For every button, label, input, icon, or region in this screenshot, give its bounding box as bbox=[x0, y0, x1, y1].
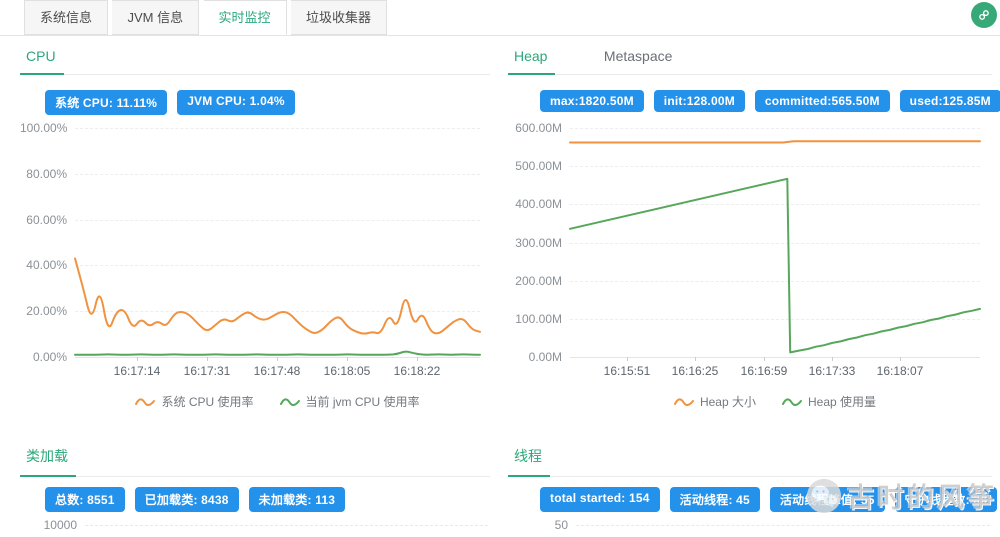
y-axis-label: 200.00M bbox=[508, 274, 562, 288]
thread-active-badge: 活动线程: 45 bbox=[670, 487, 760, 512]
series-line-0 bbox=[570, 141, 980, 142]
cpu-panel-header: CPU bbox=[20, 48, 490, 75]
link-icon bbox=[976, 7, 992, 23]
legend-item[interactable]: Heap 大小 bbox=[674, 393, 756, 410]
y-axis-label: 80.00% bbox=[20, 167, 67, 181]
x-axis-tick bbox=[207, 357, 208, 361]
thread-chart: 50 bbox=[508, 514, 992, 537]
x-axis-tick bbox=[277, 357, 278, 361]
classload-panel-header: 类加载 bbox=[20, 446, 490, 477]
classload-stats: 总数: 8551 已加载类: 8438 未加载类: 113 bbox=[45, 487, 345, 512]
chart-legend: 系统 CPU 使用率 当前 jvm CPU 使用率 bbox=[75, 393, 480, 410]
y-axis-label: 40.00% bbox=[20, 258, 67, 272]
y-axis-label: 100.00% bbox=[20, 121, 67, 135]
thread-daemon-badge: 守护线程数: 38 bbox=[895, 487, 997, 512]
heap-init-badge: init:128.00M bbox=[654, 90, 745, 112]
x-axis-label: 16:18:07 bbox=[855, 364, 945, 378]
tab-metaspace[interactable]: Metaspace bbox=[598, 48, 680, 74]
x-axis-tick bbox=[900, 357, 901, 361]
y-axis-label: 500.00M bbox=[508, 159, 562, 173]
tab-garbage-collector[interactable]: 垃圾收集器 bbox=[291, 0, 387, 35]
thread-panel-title: 线程 bbox=[508, 446, 550, 476]
y-axis-label: 300.00M bbox=[508, 236, 562, 250]
tab-jvm-info[interactable]: JVM 信息 bbox=[112, 0, 199, 35]
cpu-chart: 0.00% 20.00% 40.00% 60.00% 80.00% 100.00% 16:1… bbox=[20, 122, 490, 422]
y-axis-label: 400.00M bbox=[508, 197, 562, 211]
cpu-plot-area bbox=[75, 128, 480, 357]
gridline bbox=[85, 525, 488, 526]
line-legend-icon bbox=[280, 397, 300, 407]
series-line-1 bbox=[570, 179, 980, 353]
gridline bbox=[576, 525, 990, 526]
main-tab-bar: 系统信息 JVM 信息 实时监控 垃圾收集器 bbox=[0, 0, 1000, 36]
memory-panel-header: Heap Metaspace bbox=[508, 48, 992, 75]
x-axis-tick bbox=[347, 357, 348, 361]
thread-total-started-badge: total started: 154 bbox=[540, 487, 660, 512]
heap-plot-area bbox=[570, 128, 980, 357]
heap-committed-badge: committed:565.50M bbox=[755, 90, 890, 112]
classload-panel-title: 类加载 bbox=[20, 446, 76, 476]
y-axis-label: 10000 bbox=[20, 518, 77, 532]
x-axis-label: 16:18:22 bbox=[372, 364, 462, 378]
y-axis-label: 600.00M bbox=[508, 121, 562, 135]
class-loaded-badge: 已加载类: 8438 bbox=[135, 487, 239, 512]
x-axis-tick bbox=[417, 357, 418, 361]
line-legend-icon bbox=[782, 397, 802, 407]
legend-item[interactable]: 当前 jvm CPU 使用率 bbox=[280, 393, 420, 410]
tab-heap[interactable]: Heap bbox=[508, 48, 555, 74]
class-unloaded-badge: 未加载类: 113 bbox=[249, 487, 346, 512]
thread-stats: total started: 154 活动线程: 45 活动线程峰值: 55 守… bbox=[540, 487, 997, 512]
legend-item[interactable]: 系统 CPU 使用率 bbox=[135, 393, 253, 410]
cpu-stats: 系统 CPU: 11.11% JVM CPU: 1.04% bbox=[45, 90, 295, 115]
gridline bbox=[570, 357, 980, 358]
y-axis-label: 0.00% bbox=[20, 350, 67, 364]
heap-stats: max:1820.50M init:128.00M committed:565.… bbox=[540, 90, 1000, 112]
series-line-0 bbox=[75, 259, 480, 334]
heap-chart: 0.00M 100.00M 200.00M 300.00M 400.00M 500.00M… bbox=[508, 122, 992, 422]
x-axis-tick bbox=[137, 357, 138, 361]
y-axis-label: 50 bbox=[508, 518, 568, 532]
cpu-panel-title: CPU bbox=[20, 48, 64, 74]
heap-used-badge: used:125.85M bbox=[900, 90, 1000, 112]
line-legend-icon bbox=[674, 397, 694, 407]
y-axis-label: 100.00M bbox=[508, 312, 562, 326]
heap-max-badge: max:1820.50M bbox=[540, 90, 644, 112]
tab-system-info[interactable]: 系统信息 bbox=[24, 0, 108, 35]
tab-realtime-monitor[interactable]: 实时监控 bbox=[204, 0, 287, 35]
y-axis-label: 60.00% bbox=[20, 213, 67, 227]
thread-panel-header: 线程 bbox=[508, 446, 992, 477]
system-cpu-badge: 系统 CPU: 11.11% bbox=[45, 90, 167, 115]
series-line-1 bbox=[75, 352, 480, 355]
x-axis-tick bbox=[627, 357, 628, 361]
classload-chart: 10000 bbox=[20, 514, 490, 537]
x-axis-tick bbox=[695, 357, 696, 361]
chart-legend: Heap 大小 Heap 使用量 bbox=[570, 393, 980, 410]
y-axis-label: 0.00M bbox=[508, 350, 562, 364]
line-legend-icon bbox=[135, 397, 155, 407]
x-axis-tick bbox=[832, 357, 833, 361]
class-total-badge: 总数: 8551 bbox=[45, 487, 125, 512]
link-button[interactable] bbox=[971, 2, 997, 28]
jvm-cpu-badge: JVM CPU: 1.04% bbox=[177, 90, 295, 115]
legend-item[interactable]: Heap 使用量 bbox=[782, 393, 876, 410]
y-axis-label: 20.00% bbox=[20, 304, 67, 318]
x-axis-tick bbox=[764, 357, 765, 361]
thread-peak-badge: 活动线程峰值: 55 bbox=[770, 487, 885, 512]
